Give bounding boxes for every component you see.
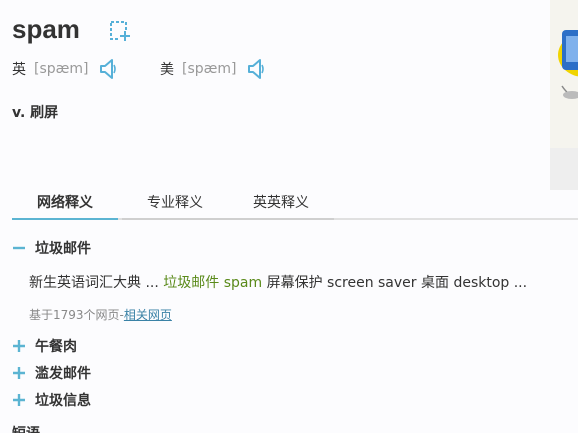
- tab-professional-definitions[interactable]: 专业释义: [122, 190, 228, 220]
- add-to-wordbook-icon[interactable]: [109, 20, 131, 42]
- meaning-toggle-collapsed[interactable]: 滥发邮件: [12, 363, 91, 383]
- pronunciation-uk: 英 [spæm]: [12, 58, 117, 80]
- source-highlight: 垃圾邮件 spam: [163, 275, 263, 291]
- source-suffix: 屏幕保护 screen saver 桌面 desktop ...: [262, 275, 528, 291]
- tab-underline: [12, 218, 118, 220]
- source-prefix: 新生英语词汇大典 ...: [29, 275, 164, 291]
- collapse-minus-icon: [13, 246, 25, 250]
- meaning-toggle-collapsed[interactable]: 午餐肉: [12, 336, 77, 356]
- related-pages-link[interactable]: 相关网页: [124, 308, 172, 322]
- headword: spam: [12, 14, 80, 44]
- pronunciation-region: 英: [12, 62, 26, 78]
- tab-label: 英英释义: [253, 195, 309, 211]
- expand-plus-icon: [13, 340, 25, 352]
- meaning-label: 滥发邮件: [35, 366, 91, 382]
- tab-underline: [122, 218, 228, 220]
- meaning-source-excerpt: 新生英语词汇大典 ... 垃圾邮件 spam 屏幕保护 screen saver…: [29, 272, 527, 292]
- pronunciation-us: 美 [spæm]: [160, 58, 265, 80]
- tab-label: 网络释义: [37, 195, 93, 211]
- tab-english-definitions[interactable]: 英英释义: [228, 190, 334, 220]
- phonetic-text: [spæm]: [34, 61, 89, 77]
- tab-label: 专业释义: [147, 195, 203, 211]
- meaning-label: 午餐肉: [35, 339, 77, 355]
- web-count-line: 基于1793个网页-相关网页: [29, 306, 172, 323]
- pronunciation-region: 美: [160, 62, 174, 78]
- meaning-toggle-collapsed[interactable]: 垃圾信息: [12, 390, 91, 410]
- phonetic-text: [spæm]: [182, 61, 237, 77]
- basic-definition: v. 刷屏: [12, 105, 59, 121]
- tab-underline: [228, 218, 334, 220]
- expand-plus-icon: [13, 367, 25, 379]
- definition-tabs: 网络释义 专业释义 英英释义: [12, 190, 578, 220]
- meaning-label: 垃圾信息: [35, 393, 91, 409]
- meaning-toggle-expanded[interactable]: 垃圾邮件: [12, 238, 91, 258]
- expand-plus-icon: [13, 394, 25, 406]
- speaker-icon[interactable]: [247, 58, 265, 80]
- tab-web-definitions[interactable]: 网络释义: [12, 190, 118, 220]
- phrases-section-heading: 短语: [12, 424, 40, 433]
- web-count-text: 基于1793个网页-: [29, 308, 124, 322]
- meaning-label: 垃圾邮件: [35, 241, 91, 257]
- speaker-icon[interactable]: [99, 58, 117, 80]
- word-illustration: [550, 0, 578, 148]
- illustration-caption-area: [550, 148, 578, 190]
